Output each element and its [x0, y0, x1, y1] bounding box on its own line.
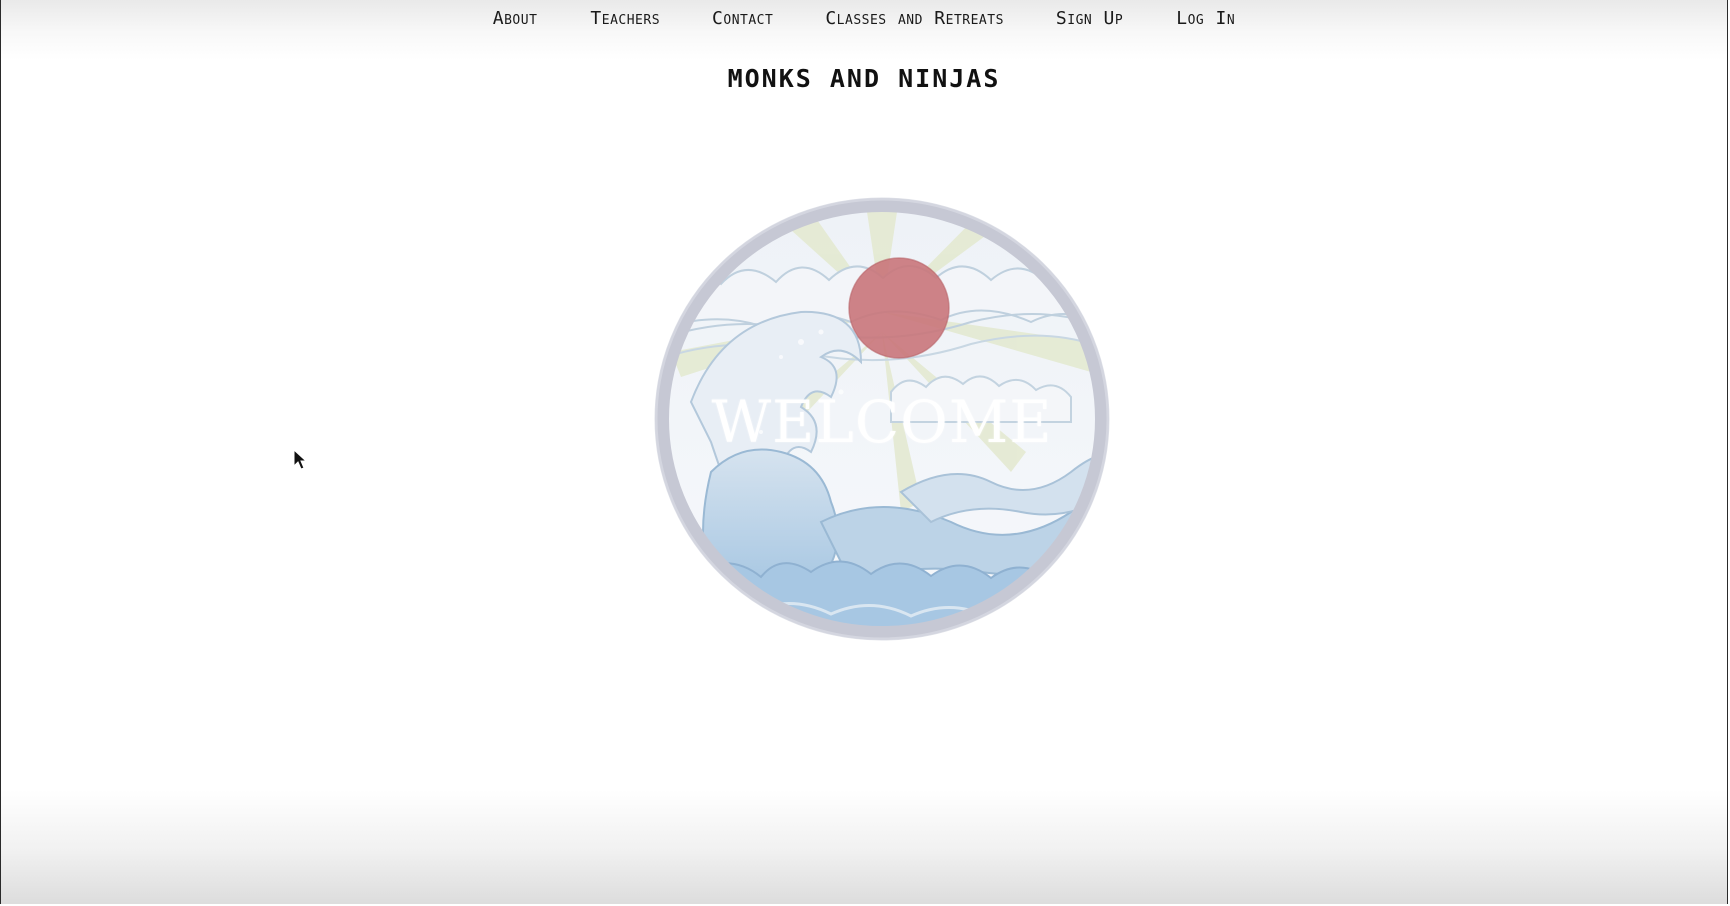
site-title: MONKS AND NINJAS: [727, 64, 1001, 93]
nav-about[interactable]: About: [493, 8, 538, 29]
top-navigation: About Teachers Contact Classes and Retre…: [1, 8, 1727, 29]
page-frame: About Teachers Contact Classes and Retre…: [0, 0, 1728, 904]
nav-log-in[interactable]: Log In: [1176, 8, 1235, 29]
nav-sign-up[interactable]: Sign Up: [1056, 8, 1123, 29]
mouse-cursor-icon: [293, 448, 308, 471]
welcome-text: WELCOME: [711, 388, 1053, 456]
nav-contact[interactable]: Contact: [712, 8, 773, 29]
nav-classes-and-retreats[interactable]: Classes and Retreats: [825, 8, 1004, 29]
nav-teachers[interactable]: Teachers: [590, 8, 660, 29]
